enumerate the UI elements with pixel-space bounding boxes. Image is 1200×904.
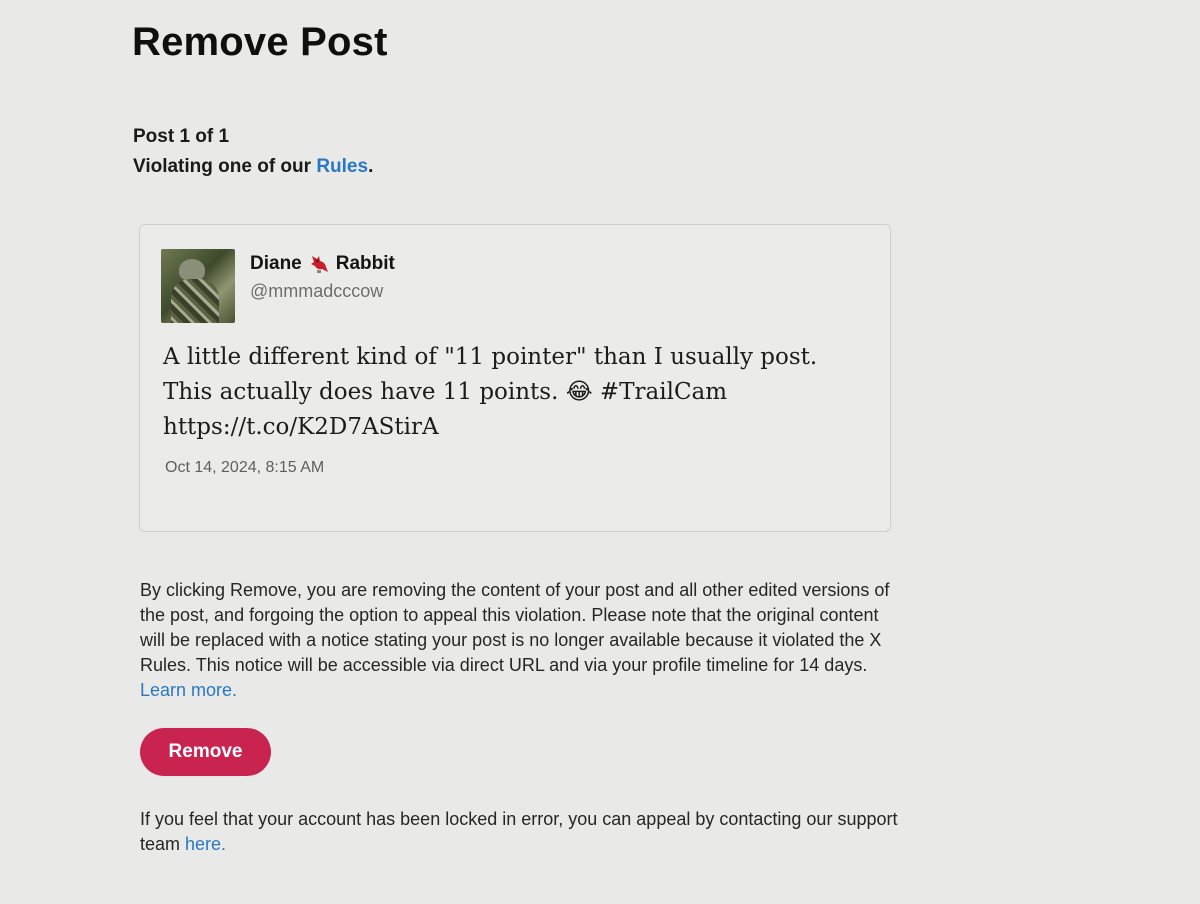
post-timestamp: Oct 14, 2024, 8:15 AM [165,459,325,476]
violation-reason: Violating one of our Rules. [133,156,373,178]
appeal-info: If you feel that your account has been l… [140,807,1040,857]
violation-reason-suffix: . [368,156,374,177]
learn-more-link[interactable]: Learn more. [140,678,1020,703]
remove-button[interactable]: Remove [140,728,271,776]
post-text-line-1: A little different kind of "11 pointer" … [163,344,818,370]
hashtag-trailcam[interactable]: #TrailCam [593,379,727,405]
page-title: Remove Post [132,20,388,64]
post-link[interactable]: https://t.co/K2D7AStirA [163,410,863,445]
appeal-line-2: team here. [140,832,1040,857]
rules-link[interactable]: Rules [316,156,368,177]
display-name-first: Diane [250,253,302,274]
display-name[interactable]: Diane Rabbit [250,253,395,275]
notice-line-4: Rules. This notice will be accessible vi… [140,655,868,675]
violation-reason-text: Violating one of our [133,156,317,177]
display-name-last: Rabbit [335,253,395,274]
notice-line-3: will be replaced with a notice stating y… [140,630,882,650]
appeal-line-1: If you feel that your account has been l… [140,809,898,829]
appeal-line-2-text: team [140,834,186,854]
post-text: A little different kind of "11 pointer" … [163,340,863,445]
remove-post-page: Remove Post Post 1 of 1 Violating one of… [0,0,1200,904]
post-card: Diane Rabbit @mmmadcccow A little differ… [139,224,891,532]
cardinal-bird-icon [308,253,330,275]
appeal-here-link[interactable]: here. [185,834,226,854]
user-handle[interactable]: @mmmadcccow [250,281,383,302]
post-count: Post 1 of 1 [133,126,230,147]
avatar-head [179,259,205,281]
notice-line-1: By clicking Remove, you are removing the… [140,580,890,600]
removal-notice: By clicking Remove, you are removing the… [140,578,1020,703]
avatar-body [171,279,219,323]
post-text-line-2: This actually does have 11 points. 😂 #Tr… [163,375,863,410]
post-text-line-2-start: This actually does have 11 points. [163,379,566,405]
laughing-emoji-icon: 😂 [565,379,593,405]
avatar[interactable] [161,249,235,323]
notice-line-2: the post, and forgoing the option to app… [140,605,879,625]
